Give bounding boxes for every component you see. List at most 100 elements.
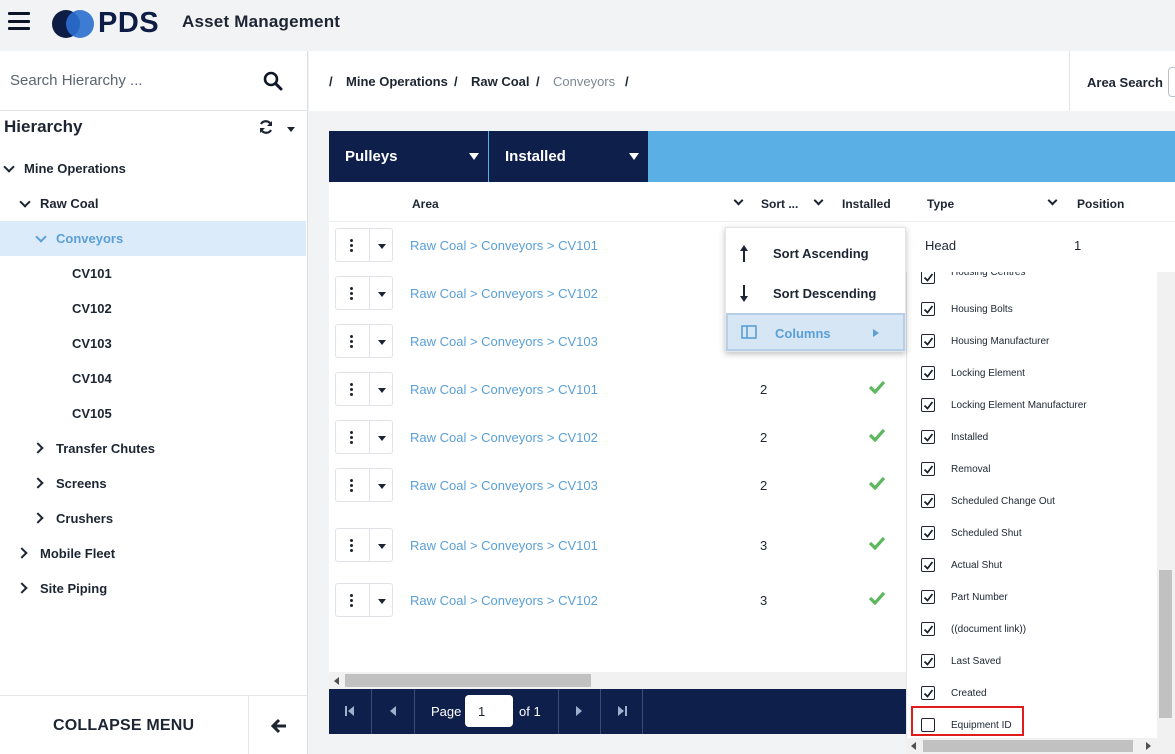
chevron-right-icon[interactable] [16, 547, 28, 559]
tree-item[interactable]: CV103 [0, 326, 306, 361]
checkbox[interactable] [921, 334, 935, 348]
tree-item[interactable]: Site Piping [0, 571, 306, 606]
area-link[interactable]: Raw Coal > Conveyors > CV103 [410, 334, 598, 349]
column-option[interactable]: Installed [907, 422, 1157, 454]
checkbox[interactable] [921, 366, 935, 380]
area-link[interactable]: Raw Coal > Conveyors > CV102 [410, 593, 598, 608]
collapse-menu-button[interactable]: COLLAPSE MENU [53, 717, 194, 735]
row-actions-button[interactable] [335, 468, 393, 502]
column-option[interactable]: Housing Manufacturer [907, 326, 1157, 358]
area-search-input[interactable] [1168, 67, 1175, 97]
last-page-button[interactable] [601, 689, 643, 734]
row-actions-button[interactable] [335, 372, 393, 406]
chevron-down-icon[interactable] [19, 196, 31, 208]
checkbox[interactable] [921, 494, 935, 508]
column-header-sort[interactable]: Sort ... [761, 197, 798, 211]
scrollbar-thumb[interactable] [1159, 570, 1172, 718]
column-header-position[interactable]: Position [1077, 197, 1124, 211]
checkbox[interactable] [921, 558, 935, 572]
breadcrumb-item[interactable]: Conveyors [553, 74, 615, 89]
asset-type-dropdown[interactable]: Pulleys [329, 131, 488, 182]
row-actions-button[interactable] [335, 228, 393, 262]
checkbox[interactable] [921, 654, 935, 668]
chevron-right-icon[interactable] [32, 512, 44, 524]
column-chooser-horizontal-scrollbar[interactable] [906, 738, 1158, 754]
arrow-left-icon[interactable] [270, 718, 288, 734]
tree-item[interactable]: CV104 [0, 361, 306, 396]
checkbox[interactable] [921, 526, 935, 540]
next-page-button[interactable] [559, 689, 601, 734]
tree-item[interactable]: CV105 [0, 396, 306, 431]
column-option[interactable]: Last Saved [907, 646, 1157, 678]
column-option[interactable]: Locking Element [907, 358, 1157, 390]
scrollbar-thumb[interactable] [345, 674, 591, 687]
checkbox[interactable] [921, 302, 935, 316]
area-link[interactable]: Raw Coal > Conveyors > CV101 [410, 382, 598, 397]
checkbox[interactable] [921, 622, 935, 636]
scroll-left-icon[interactable] [911, 742, 916, 750]
hamburger-menu-icon[interactable] [8, 12, 30, 30]
row-actions-button[interactable] [335, 276, 393, 310]
vertical-scrollbar[interactable] [1157, 272, 1175, 754]
refresh-icon[interactable] [258, 119, 274, 135]
scroll-right-icon[interactable] [1146, 742, 1151, 750]
area-link[interactable]: Raw Coal > Conveyors > CV102 [410, 430, 598, 445]
column-option[interactable]: Part Number [907, 582, 1157, 614]
row-actions-button[interactable] [335, 583, 393, 617]
chevron-down-icon[interactable] [1047, 195, 1058, 206]
column-option[interactable]: Housing Centres [907, 272, 1157, 294]
first-page-button[interactable] [329, 689, 372, 734]
column-option[interactable]: Created [907, 678, 1157, 710]
tree-item[interactable]: CV101 [0, 256, 306, 291]
breadcrumb-item[interactable]: Raw Coal [471, 74, 530, 89]
chevron-right-icon[interactable] [32, 442, 44, 454]
column-header-installed[interactable]: Installed [842, 197, 891, 211]
sort-ascending-option[interactable]: Sort Ascending [726, 233, 905, 273]
area-link[interactable]: Raw Coal > Conveyors > CV101 [410, 538, 598, 553]
tree-item[interactable]: CV102 [0, 291, 306, 326]
row-actions-button[interactable] [335, 420, 393, 454]
pds-logo[interactable]: PDS [52, 7, 159, 40]
checkbox[interactable] [921, 398, 935, 412]
breadcrumb-item[interactable]: Mine Operations [346, 74, 448, 89]
tree-item[interactable]: Transfer Chutes [0, 431, 306, 466]
chevron-down-icon[interactable] [733, 195, 744, 206]
hierarchy-search-input[interactable]: Search Hierarchy ... [0, 51, 307, 111]
tree-item[interactable]: Conveyors [0, 221, 306, 256]
area-link[interactable]: Raw Coal > Conveyors > CV101 [410, 238, 598, 253]
checkbox[interactable] [921, 718, 935, 732]
scrollbar-thumb[interactable] [923, 740, 1133, 752]
chevron-right-icon[interactable] [16, 582, 28, 594]
refresh-options-caret-icon[interactable] [287, 127, 295, 132]
tree-item[interactable]: Mobile Fleet [0, 536, 306, 571]
column-option[interactable]: ((document link)) [907, 614, 1157, 646]
page-number-input[interactable]: 1 [465, 695, 513, 727]
sort-descending-option[interactable]: Sort Descending [726, 273, 905, 313]
checkbox[interactable] [921, 430, 935, 444]
checkbox[interactable] [921, 272, 935, 284]
columns-option[interactable]: Columns [726, 313, 905, 351]
column-option[interactable]: Locking Element Manufacturer [907, 390, 1157, 422]
column-option[interactable]: Removal [907, 454, 1157, 486]
scroll-left-icon[interactable] [334, 677, 339, 685]
chevron-down-icon[interactable] [813, 195, 824, 206]
column-option[interactable]: Housing Bolts [907, 294, 1157, 326]
area-link[interactable]: Raw Coal > Conveyors > CV102 [410, 286, 598, 301]
horizontal-scrollbar[interactable] [329, 672, 906, 689]
tree-item[interactable]: Mine Operations [0, 151, 306, 186]
checkbox[interactable] [921, 462, 935, 476]
column-header-type[interactable]: Type [927, 197, 954, 211]
area-link[interactable]: Raw Coal > Conveyors > CV103 [410, 478, 598, 493]
row-actions-button[interactable] [335, 528, 393, 562]
tree-item[interactable]: Crushers [0, 501, 306, 536]
column-option[interactable]: Scheduled Change Out [907, 486, 1157, 518]
checkbox[interactable] [921, 590, 935, 604]
previous-page-button[interactable] [372, 689, 415, 734]
tree-item[interactable]: Screens [0, 466, 306, 501]
column-option[interactable]: Scheduled Shut [907, 518, 1157, 550]
checkbox[interactable] [921, 686, 935, 700]
tree-item[interactable]: Raw Coal [0, 186, 306, 221]
chevron-down-icon[interactable] [3, 161, 15, 173]
status-dropdown[interactable]: Installed [489, 131, 648, 182]
column-header-area[interactable]: Area [412, 197, 439, 211]
